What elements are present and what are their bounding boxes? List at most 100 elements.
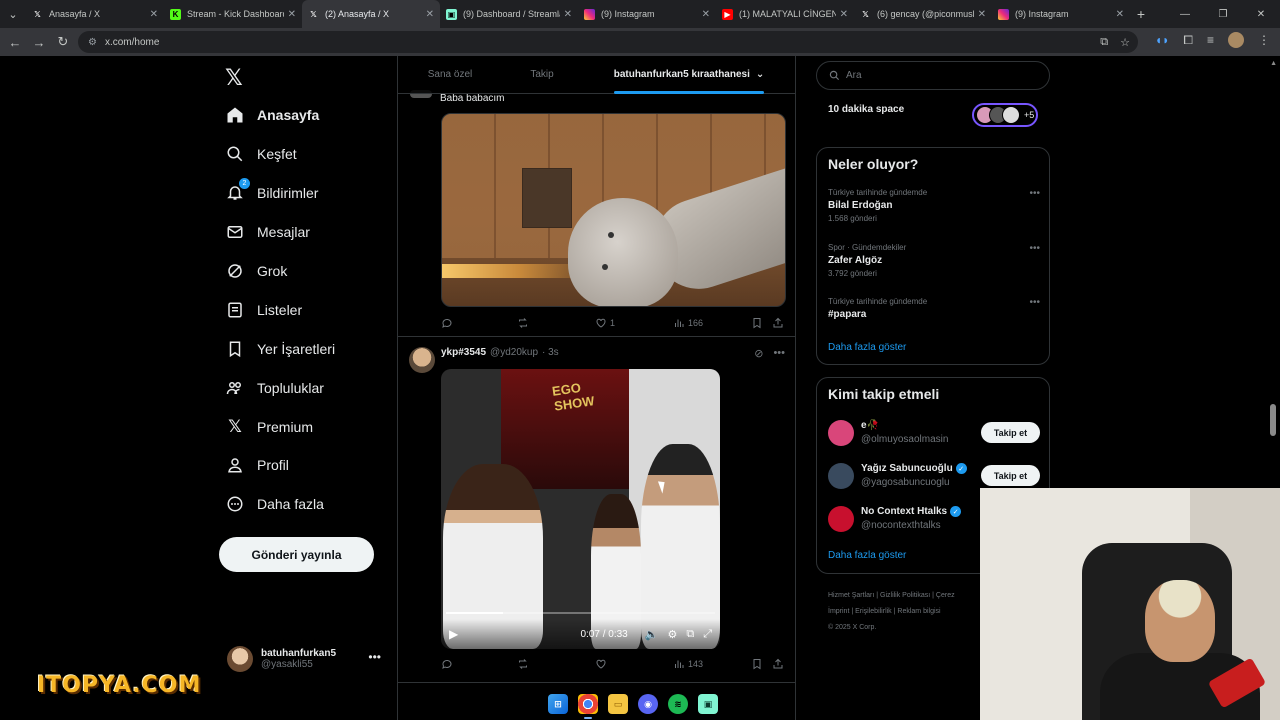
page-scrollbar[interactable] [1270,404,1276,436]
post-image[interactable] [441,113,786,307]
windows-start-icon[interactable]: ⊞ [548,694,568,714]
footer-link[interactable]: Erişilebilirlik [855,608,892,615]
account-switcher[interactable]: batuhanfurkan5 @yasakli55 ••• [227,644,387,674]
more-dots-icon[interactable]: ••• [1029,188,1040,199]
browser-tab[interactable]: (9) Instagram ✕ [992,0,1130,28]
chrome-icon[interactable] [578,694,598,719]
browser-tab[interactable]: 𝕏 (6) gencay (@piconmusk) ✕ [854,0,992,28]
file-explorer-icon[interactable]: ▭ [608,694,628,714]
footer-link[interactable]: İmprint [828,608,849,615]
extension-icon[interactable]: ◖◗ [1155,33,1170,47]
spotify-icon[interactable]: ≋ [668,694,688,714]
space-listeners[interactable]: +5 [972,103,1038,127]
footer-link[interactable]: Reklam bilgisi [897,608,940,615]
footer-link[interactable]: Hizmet Şartları [828,592,874,599]
sidebar-item-explore[interactable]: Keşfet [226,135,335,174]
reply-button[interactable] [441,658,453,670]
pip-icon[interactable]: ⧉ [686,628,694,641]
close-icon[interactable]: ✕ [288,9,296,20]
repost-button[interactable] [517,317,529,329]
share-button[interactable] [772,658,784,670]
close-icon[interactable]: ✕ [978,9,986,20]
volume-icon[interactable]: 🔈 [645,628,659,641]
more-dots-icon[interactable]: ••• [773,347,785,360]
sidebar-item-home[interactable]: Anasayfa [226,96,335,135]
browser-tab[interactable]: 𝕏 Anasayfa / X ✕ [26,0,164,28]
browser-tab[interactable]: (9) Instagram ✕ [578,0,716,28]
trend-item[interactable]: Spor · Gündemdekiler Zafer Algöz 3.792 g… [828,243,1040,278]
browser-tab[interactable]: ▣ (9) Dashboard / Streamlab ✕ [440,0,578,28]
post-author-handle[interactable]: @yd20kup [490,347,538,358]
post-author-name[interactable]: ykp#3545 [441,347,486,358]
bookmark-button[interactable] [751,658,763,670]
close-icon[interactable]: ✕ [702,9,710,20]
post-button[interactable]: Gönderi yayınla [219,537,374,572]
fullscreen-icon[interactable]: ⤢ [703,628,712,641]
bookmark-button[interactable] [751,317,763,329]
tab-search-chevron-icon[interactable]: ⌄ [0,0,26,28]
site-info-icon[interactable]: ⚙ [88,37,97,48]
tab-following[interactable]: Takip [502,56,582,93]
sidebar-item-bookmarks[interactable]: Yer İşaretleri [226,329,335,368]
sidebar-item-grok[interactable]: Grok [226,252,335,291]
avatar[interactable] [409,347,435,373]
minimize-icon[interactable]: — [1166,0,1204,28]
more-dots-icon[interactable]: ••• [368,650,381,664]
settings-gear-icon[interactable]: ⚙ [667,628,677,641]
reading-list-icon[interactable]: ≡ [1207,33,1214,47]
post-time[interactable]: · 3s [542,347,559,358]
views-button[interactable]: 143 [673,658,703,670]
footer-link[interactable]: Çerez [936,592,955,599]
tab-for-you[interactable]: Sana özel [398,56,502,93]
install-app-icon[interactable]: ⧉ [1100,36,1108,49]
trend-item[interactable]: Türkiye tarihinde gündemde Bilal Erdoğan… [828,188,1040,223]
space-title[interactable]: 10 dakika space [828,104,904,115]
sidebar-item-communities[interactable]: Topluluklar [226,368,335,407]
kebab-menu-icon[interactable]: ⋮ [1258,33,1270,47]
url-field[interactable]: ⚙ x.com/home ⧉ ☆ [78,31,1138,53]
new-tab-icon[interactable]: + [1130,0,1152,28]
follow-button[interactable]: Takip et [981,465,1040,486]
tab-community[interactable]: batuhanfurkan5 kıraathanesi ⌄ [613,56,764,94]
trend-item[interactable]: Türkiye tarihinde gündemde #papara ••• [828,297,1040,320]
browser-tab[interactable]: K Stream - Kick Dashboard ✕ [164,0,302,28]
bookmark-star-icon[interactable]: ☆ [1120,36,1130,49]
browser-tab-active[interactable]: 𝕏 (2) Anasayfa / X ✕ [302,0,440,28]
sidebar-item-messages[interactable]: Mesajlar [226,213,335,252]
sidebar-item-profile[interactable]: Profil [226,446,335,485]
reload-icon[interactable]: ↻ [51,34,75,50]
restore-icon[interactable]: ❐ [1204,0,1242,28]
video-progress-bar[interactable] [446,612,715,614]
x-logo-icon[interactable]: 𝕏 [225,65,243,91]
play-icon[interactable]: ▶ [449,627,458,641]
reply-button[interactable] [441,317,453,329]
close-icon[interactable]: ✕ [1116,9,1124,20]
more-dots-icon[interactable]: ••• [1029,243,1040,254]
like-button[interactable]: 1 [595,317,615,329]
sidebar-item-more[interactable]: Daha fazla [226,485,335,524]
back-arrow-icon[interactable]: ← [3,35,27,50]
puzzle-icon[interactable]: ⧠ [1183,33,1193,48]
follow-suggestion[interactable]: e🥀 @olmuyosaolmasin Takip et [828,418,1040,452]
sidebar-item-notifications[interactable]: 2 Bildirimler [226,174,335,213]
more-dots-icon[interactable]: ••• [1029,297,1040,308]
share-button[interactable] [772,317,784,329]
show-more-trends-link[interactable]: Daha fazla göster [828,342,906,353]
search-input[interactable]: Ara [816,61,1050,90]
discord-icon[interactable]: ◉ [638,694,658,714]
video-player[interactable]: EGO SHOW ▶ 0:07 / 0:33 🔈 ⚙ ⧉ ⤢ [441,369,720,649]
scroll-up-arrow-icon[interactable]: ▲ [1270,60,1277,67]
close-icon[interactable]: ✕ [426,9,434,20]
footer-link[interactable]: Gizlilik Politikası [880,592,930,599]
streamlabs-icon[interactable]: ▣ [698,694,718,714]
sidebar-item-lists[interactable]: Listeler [226,290,335,329]
repost-button[interactable] [517,658,529,670]
grok-icon[interactable]: ⊘ [754,347,763,360]
forward-arrow-icon[interactable]: → [27,35,51,50]
follow-button[interactable]: Takip et [981,422,1040,443]
browser-tab[interactable]: ▶ (1) MALATYALI CİNGEN E ✕ [716,0,854,28]
close-window-icon[interactable]: ✕ [1242,0,1280,28]
like-button[interactable] [595,658,607,670]
close-icon[interactable]: ✕ [150,9,158,20]
profile-avatar[interactable] [1228,32,1244,48]
